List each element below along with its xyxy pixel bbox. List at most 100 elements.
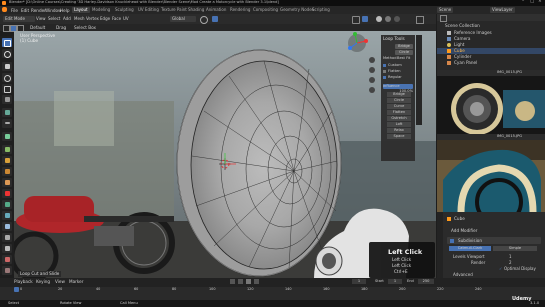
method-value[interactable]: Best Fit bbox=[397, 56, 410, 61]
jump-start-icon[interactable] bbox=[230, 279, 235, 284]
xray-icon[interactable] bbox=[362, 16, 368, 22]
drag-label[interactable]: Drag bbox=[56, 25, 66, 30]
measure-tool[interactable] bbox=[2, 119, 12, 128]
space-button[interactable]: Space bbox=[387, 134, 411, 139]
circle-button-top[interactable]: Circle bbox=[395, 50, 413, 55]
inset-tool[interactable] bbox=[2, 156, 12, 165]
regular-checkbox[interactable] bbox=[383, 76, 386, 79]
marker-menu[interactable]: Marker bbox=[69, 279, 83, 284]
menu-uv[interactable]: UV bbox=[121, 16, 131, 22]
workspace-tab-modeling[interactable]: Modeling bbox=[90, 7, 112, 13]
modifier-name[interactable]: Subdivision bbox=[458, 238, 482, 243]
annotate-tool[interactable] bbox=[2, 108, 12, 117]
menu-file[interactable]: File bbox=[11, 8, 18, 13]
flatten-checkbox[interactable] bbox=[383, 70, 386, 73]
menu-help[interactable]: Help bbox=[60, 8, 70, 13]
shrink-fatten-tool[interactable] bbox=[2, 244, 12, 253]
move-tool[interactable] bbox=[2, 62, 12, 71]
knife-tool[interactable] bbox=[2, 189, 12, 198]
play-reverse-icon[interactable] bbox=[238, 279, 243, 284]
flatten-button[interactable]: Flatten bbox=[387, 110, 411, 115]
outliner-filter-icon[interactable] bbox=[440, 15, 447, 22]
spin-tool[interactable] bbox=[2, 211, 12, 220]
loop-cut-tool[interactable] bbox=[2, 178, 12, 187]
options-icon[interactable] bbox=[416, 16, 424, 24]
optimal-display-checkbox[interactable]: ✓ bbox=[499, 266, 502, 271]
edge-slide-tool[interactable] bbox=[2, 233, 12, 242]
orientation-dropdown[interactable]: Global bbox=[170, 16, 196, 22]
cursor-tool[interactable] bbox=[2, 49, 12, 58]
workspace-tab-texture-paint[interactable]: Texture Paint bbox=[159, 7, 189, 13]
levels-viewport-value[interactable]: 1 bbox=[509, 254, 512, 259]
outliner-row[interactable]: Cyan Panel bbox=[437, 60, 545, 66]
rotate-tool[interactable] bbox=[2, 73, 12, 82]
render-levels-value[interactable]: 2 bbox=[509, 260, 512, 265]
jump-end-icon[interactable] bbox=[254, 279, 259, 284]
bevel-tool[interactable] bbox=[2, 167, 12, 176]
solid-shading-icon[interactable] bbox=[376, 16, 382, 22]
workspace-tab-compositing[interactable]: Compositing bbox=[251, 7, 280, 13]
zoom-icon[interactable] bbox=[369, 57, 375, 63]
play-icon[interactable] bbox=[246, 279, 251, 284]
smooth-tool[interactable] bbox=[2, 222, 12, 231]
keying-menu[interactable]: Keying bbox=[36, 279, 50, 284]
workspace-tab-scripting[interactable]: Scripting bbox=[310, 7, 332, 13]
camera-view-icon[interactable] bbox=[369, 77, 375, 83]
poly-build-tool[interactable] bbox=[2, 200, 12, 209]
shear-tool[interactable] bbox=[2, 255, 12, 264]
bridge-button[interactable]: Bridge bbox=[387, 92, 411, 97]
select-box-label[interactable]: Select Box bbox=[74, 25, 96, 30]
bridge-button-top[interactable]: Bridge bbox=[395, 44, 413, 49]
view-menu[interactable]: View bbox=[55, 279, 65, 284]
scale-tool[interactable] bbox=[2, 84, 12, 93]
curve-button[interactable]: Curve bbox=[387, 104, 411, 109]
add-modifier-button[interactable]: Add Modifier bbox=[451, 228, 477, 233]
playback-menu[interactable]: Playback bbox=[14, 279, 33, 284]
workspace-tab-layout[interactable]: Layout bbox=[72, 7, 90, 13]
mode-dropdown[interactable]: Edit Mode bbox=[3, 16, 35, 22]
add-cube-tool[interactable] bbox=[2, 132, 12, 141]
properties-tabs[interactable] bbox=[437, 212, 443, 278]
playhead[interactable] bbox=[14, 287, 19, 292]
current-frame-field[interactable]: 1 bbox=[352, 279, 366, 284]
overlay-toggle-icon[interactable] bbox=[352, 16, 360, 24]
gstretch-button[interactable]: Gstretch bbox=[387, 116, 411, 121]
timeline-ruler[interactable]: 0 20 40 60 80 100 120 140 160 180 200 22… bbox=[0, 287, 545, 300]
workspace-tab-sculpting[interactable]: Sculpting bbox=[113, 7, 136, 13]
select-mode-vertex-icon[interactable] bbox=[3, 25, 10, 32]
snap-icon[interactable] bbox=[200, 16, 208, 24]
maximize-button[interactable]: □ bbox=[530, 0, 534, 5]
image-filename-bottom[interactable]: IMG_0015.JPG bbox=[497, 134, 522, 139]
simple-tab[interactable]: Simple bbox=[493, 246, 537, 251]
end-frame-field[interactable]: 250 bbox=[418, 279, 434, 284]
workspace-tab-uv-editing[interactable]: UV Editing bbox=[136, 7, 161, 13]
pivot-label[interactable]: Default bbox=[30, 25, 45, 30]
modifier-header[interactable]: Subdivision bbox=[447, 237, 541, 244]
menu-render[interactable]: Render bbox=[31, 8, 46, 13]
select-box-tool[interactable] bbox=[2, 38, 12, 47]
close-button[interactable]: × bbox=[538, 0, 542, 5]
workspace-tab-animation[interactable]: Animation bbox=[204, 7, 228, 13]
last-operator-panel[interactable]: Loop Cut and Slide bbox=[18, 271, 62, 278]
workspace-tab-rendering[interactable]: Rendering bbox=[228, 7, 252, 13]
view-layer-selector[interactable]: ViewLayer bbox=[490, 7, 515, 13]
loft-button[interactable]: Loft bbox=[387, 122, 411, 127]
menu-edit[interactable]: Edit bbox=[21, 8, 29, 13]
menu-select[interactable]: Select bbox=[46, 16, 62, 22]
circle-button[interactable]: Circle bbox=[387, 98, 411, 103]
start-frame-field[interactable]: 1 bbox=[388, 279, 402, 284]
scene-selector[interactable]: Scene bbox=[437, 7, 454, 13]
extrude-tool[interactable] bbox=[2, 145, 12, 154]
blender-menu-icon[interactable] bbox=[2, 7, 7, 12]
minimize-button[interactable]: – bbox=[522, 0, 524, 5]
transform-tool[interactable] bbox=[2, 95, 12, 104]
pan-hand-icon[interactable] bbox=[369, 67, 375, 73]
catmull-clark-tab[interactable]: Catmull-Clark bbox=[449, 246, 491, 251]
influence-slider[interactable]: Influence 100.0% bbox=[383, 84, 413, 93]
sidebar-tabs[interactable] bbox=[416, 35, 422, 125]
proportional-editing-icon[interactable] bbox=[212, 16, 218, 22]
material-shading-icon[interactable] bbox=[385, 16, 391, 22]
render-shading-icon[interactable] bbox=[394, 16, 400, 22]
3d-viewport[interactable]: User Perspective (1) Cube Loop Tools Bri… bbox=[14, 31, 436, 278]
image-filename-top[interactable]: IMG_0015.JPG bbox=[497, 70, 522, 75]
